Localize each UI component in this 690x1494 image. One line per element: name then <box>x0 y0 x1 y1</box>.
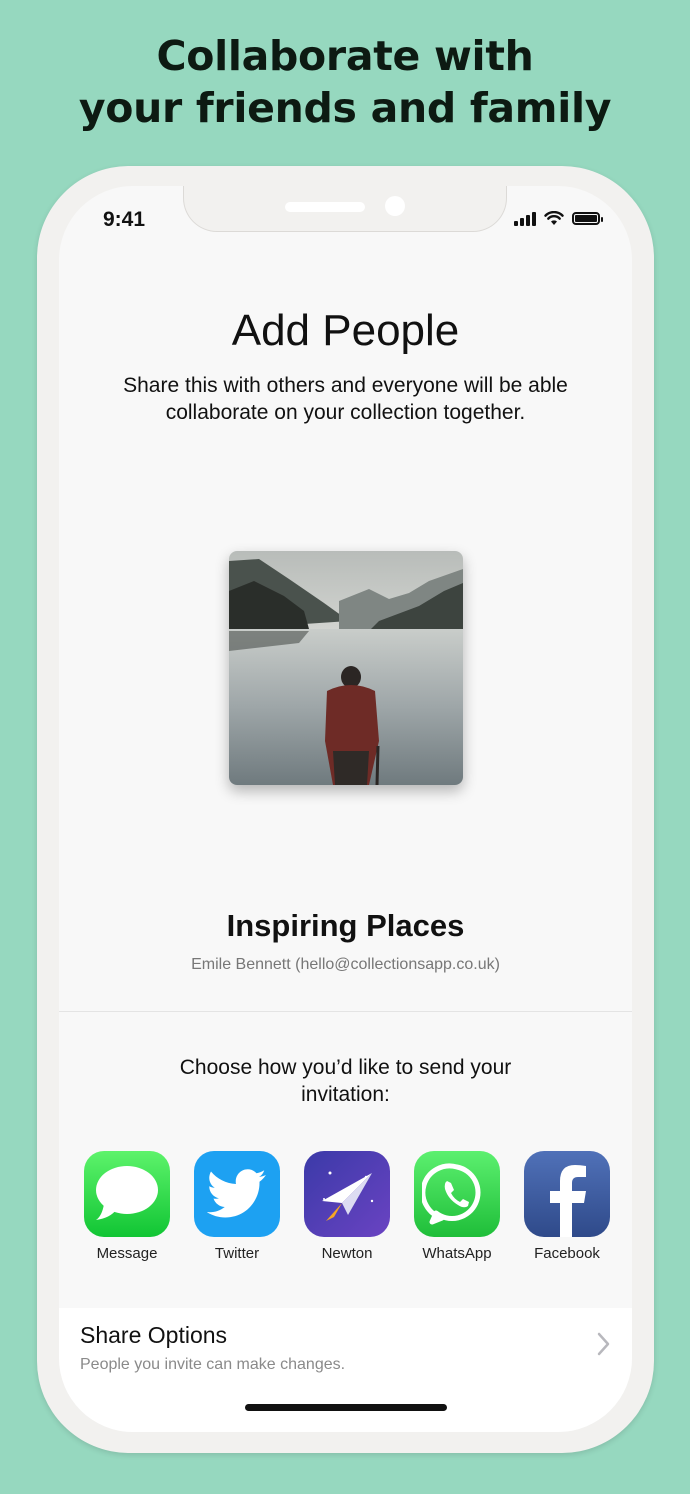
share-twitter-button[interactable]: Twitter <box>187 1151 287 1262</box>
status-time: 9:41 <box>103 208 146 231</box>
page-title: Add People <box>231 306 460 355</box>
wifi-icon <box>544 211 564 225</box>
home-indicator[interactable] <box>245 1404 447 1411</box>
share-message-button[interactable]: Message <box>77 1151 177 1262</box>
whatsapp-icon <box>414 1151 500 1237</box>
battery-icon <box>572 212 603 225</box>
subtitle-line-2: collaborate on your collection together. <box>165 401 526 424</box>
share-app-label: Message <box>96 1245 158 1262</box>
page-subtitle: Share this with others and everyone will… <box>89 372 602 426</box>
collection-name: Inspiring Places <box>226 908 465 943</box>
invite-prompt-line-2: invitation: <box>301 1083 390 1106</box>
facebook-icon <box>524 1151 610 1237</box>
share-app-label: Twitter <box>214 1245 260 1262</box>
share-options-subtitle: People you invite can make changes. <box>80 1356 346 1373</box>
front-camera <box>385 196 405 216</box>
share-whatsapp-button[interactable]: WhatsApp <box>407 1151 507 1262</box>
invite-prompt-line-1: Choose how you’d like to send your <box>179 1056 512 1079</box>
collection-cover-image <box>229 551 463 785</box>
invite-prompt: Choose how you’d like to send your invit… <box>119 1054 572 1108</box>
status-icons <box>514 211 603 226</box>
phone-screen: 9:41 Add People Share this with others a… <box>59 186 632 1432</box>
collection-owner: Emile Bennett (hello@collectionsapp.co.u… <box>191 956 500 973</box>
section-divider <box>59 1011 632 1012</box>
share-app-label: Newton <box>321 1245 373 1262</box>
notch <box>183 186 507 232</box>
share-facebook-button[interactable]: Facebook <box>517 1151 617 1262</box>
newton-icon <box>304 1151 390 1237</box>
share-options-row[interactable]: Share Options People you invite can make… <box>59 1308 632 1432</box>
message-icon <box>84 1151 170 1237</box>
speaker-grille <box>285 202 365 212</box>
share-app-label: Facebook <box>534 1245 600 1262</box>
share-apps-row: Message Twitter Newton WhatsApp Facebook <box>77 1151 617 1271</box>
signal-icon <box>514 211 536 226</box>
chevron-right-icon <box>597 1332 610 1356</box>
headline-line-2: your friends and family <box>78 84 612 132</box>
headline-line-1: Collaborate with <box>156 32 534 80</box>
share-app-label: WhatsApp <box>422 1245 492 1262</box>
headline: Collaborate with your friends and family <box>0 30 690 134</box>
share-options-title: Share Options <box>80 1322 228 1348</box>
share-newton-button[interactable]: Newton <box>297 1151 397 1262</box>
subtitle-line-1: Share this with others and everyone will… <box>123 374 568 397</box>
twitter-icon <box>194 1151 280 1237</box>
